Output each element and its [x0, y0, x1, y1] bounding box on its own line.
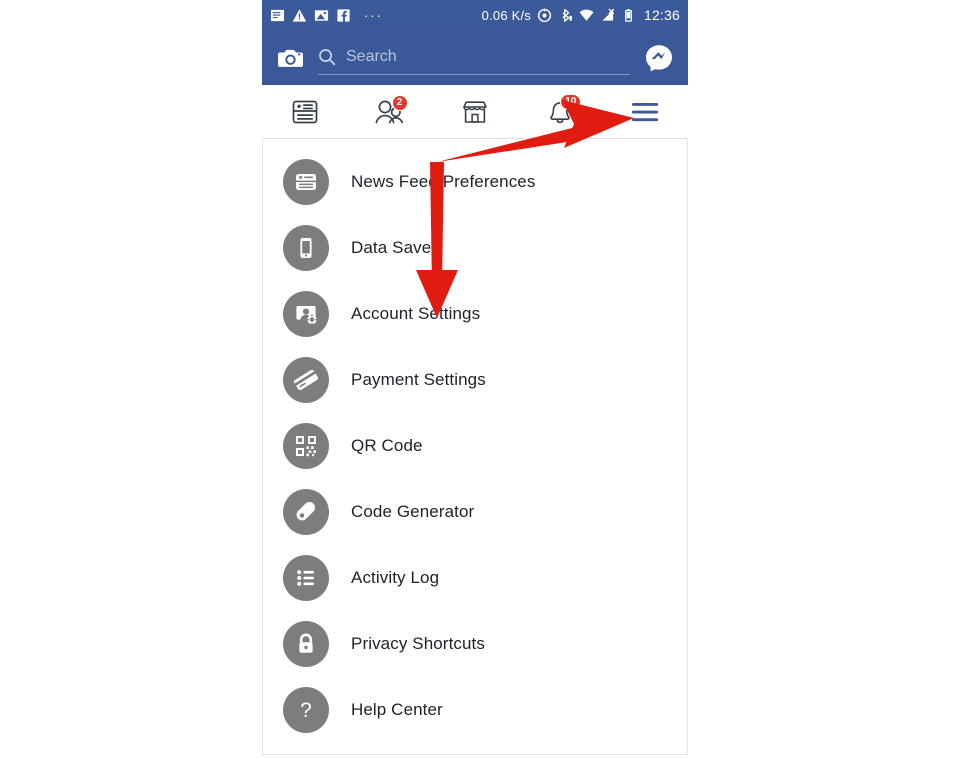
news-feed-icon: [292, 100, 317, 123]
code-generator-icon: [283, 489, 329, 535]
menu-item-data-saver[interactable]: Data Saver: [263, 215, 687, 281]
search-icon: [319, 49, 336, 66]
menu-item-news-feed-preferences[interactable]: News Feed Preferences: [263, 149, 687, 215]
menu-item-account-settings[interactable]: Account Settings: [263, 281, 687, 347]
warning-triangle-icon: [292, 8, 307, 22]
status-bar-right: 0.06 K/s 12:36: [482, 7, 680, 23]
data-saver-icon: [283, 225, 329, 271]
svg-text:?: ?: [300, 699, 312, 722]
messenger-icon[interactable]: [644, 43, 674, 73]
help-center-icon: ?: [283, 687, 329, 733]
status-bar-clock: 12:36: [643, 7, 680, 23]
menu-item-label: Activity Log: [351, 568, 440, 587]
hamburger-menu-icon: [632, 102, 659, 121]
signal-off-icon: [602, 8, 615, 21]
screenshot-canvas: ··· 0.06 K/s 12:36 Search 2 10 News Feed…: [0, 0, 960, 758]
status-overflow-dots: ···: [364, 7, 383, 23]
bluetooth-icon: [562, 8, 572, 22]
camera-icon[interactable]: [276, 43, 306, 73]
tab-news-feed[interactable]: [262, 85, 347, 138]
document-icon: [270, 9, 285, 21]
menu-item-label: Code Generator: [351, 502, 475, 521]
phone-screen: ··· 0.06 K/s 12:36 Search 2 10 News Feed…: [262, 0, 688, 755]
notifications-badge: 10: [560, 94, 582, 110]
battery-icon: [625, 8, 632, 22]
partial-scrolled-row: [263, 141, 687, 149]
tab-friends[interactable]: 2: [347, 85, 432, 138]
tab-notifications[interactable]: 10: [518, 85, 603, 138]
status-bar: ··· 0.06 K/s 12:36: [262, 0, 688, 30]
friends-badge: 2: [391, 95, 408, 111]
tab-marketplace[interactable]: [432, 85, 517, 138]
qr-code-icon: [283, 423, 329, 469]
image-icon: [314, 9, 329, 21]
activity-log-icon: [283, 555, 329, 601]
privacy-shortcuts-icon: [283, 621, 329, 667]
network-speed-text: 0.06 K/s: [481, 7, 531, 23]
menu-item-activity-log[interactable]: Activity Log: [263, 545, 687, 611]
menu-item-payment-settings[interactable]: Payment Settings: [263, 347, 687, 413]
menu-item-label: QR Code: [351, 436, 423, 455]
payment-settings-icon: [283, 357, 329, 403]
menu-item-label: Help Center: [351, 700, 443, 719]
facebook-search-header: [262, 30, 688, 85]
account-settings-icon: [283, 291, 329, 337]
tab-bar: 2 10: [262, 85, 688, 139]
menu-item-qr-code[interactable]: QR Code: [263, 413, 687, 479]
tab-menu[interactable]: [603, 85, 688, 138]
menu-item-label: Payment Settings: [351, 370, 486, 389]
settings-menu-list: News Feed Preferences Data Saver Account…: [262, 139, 688, 755]
marketplace-icon: [463, 100, 487, 123]
menu-item-label: Data Saver: [351, 238, 438, 257]
wifi-icon: [579, 9, 594, 21]
menu-item-privacy-shortcuts[interactable]: Privacy Shortcuts: [263, 611, 687, 677]
menu-item-help-center[interactable]: ? Help Center: [263, 677, 687, 743]
facebook-icon: [337, 8, 350, 22]
search-bar[interactable]: [318, 41, 630, 75]
menu-item-label: News Feed Preferences: [351, 172, 536, 191]
status-bar-left-icons: ···: [270, 8, 383, 23]
location-icon: [537, 8, 552, 22]
menu-item-label: Privacy Shortcuts: [351, 634, 485, 653]
menu-item-label: Account Settings: [351, 304, 481, 323]
news-feed-preferences-icon: [283, 159, 329, 205]
menu-item-code-generator[interactable]: Code Generator: [263, 479, 687, 545]
search-input[interactable]: [346, 48, 630, 66]
